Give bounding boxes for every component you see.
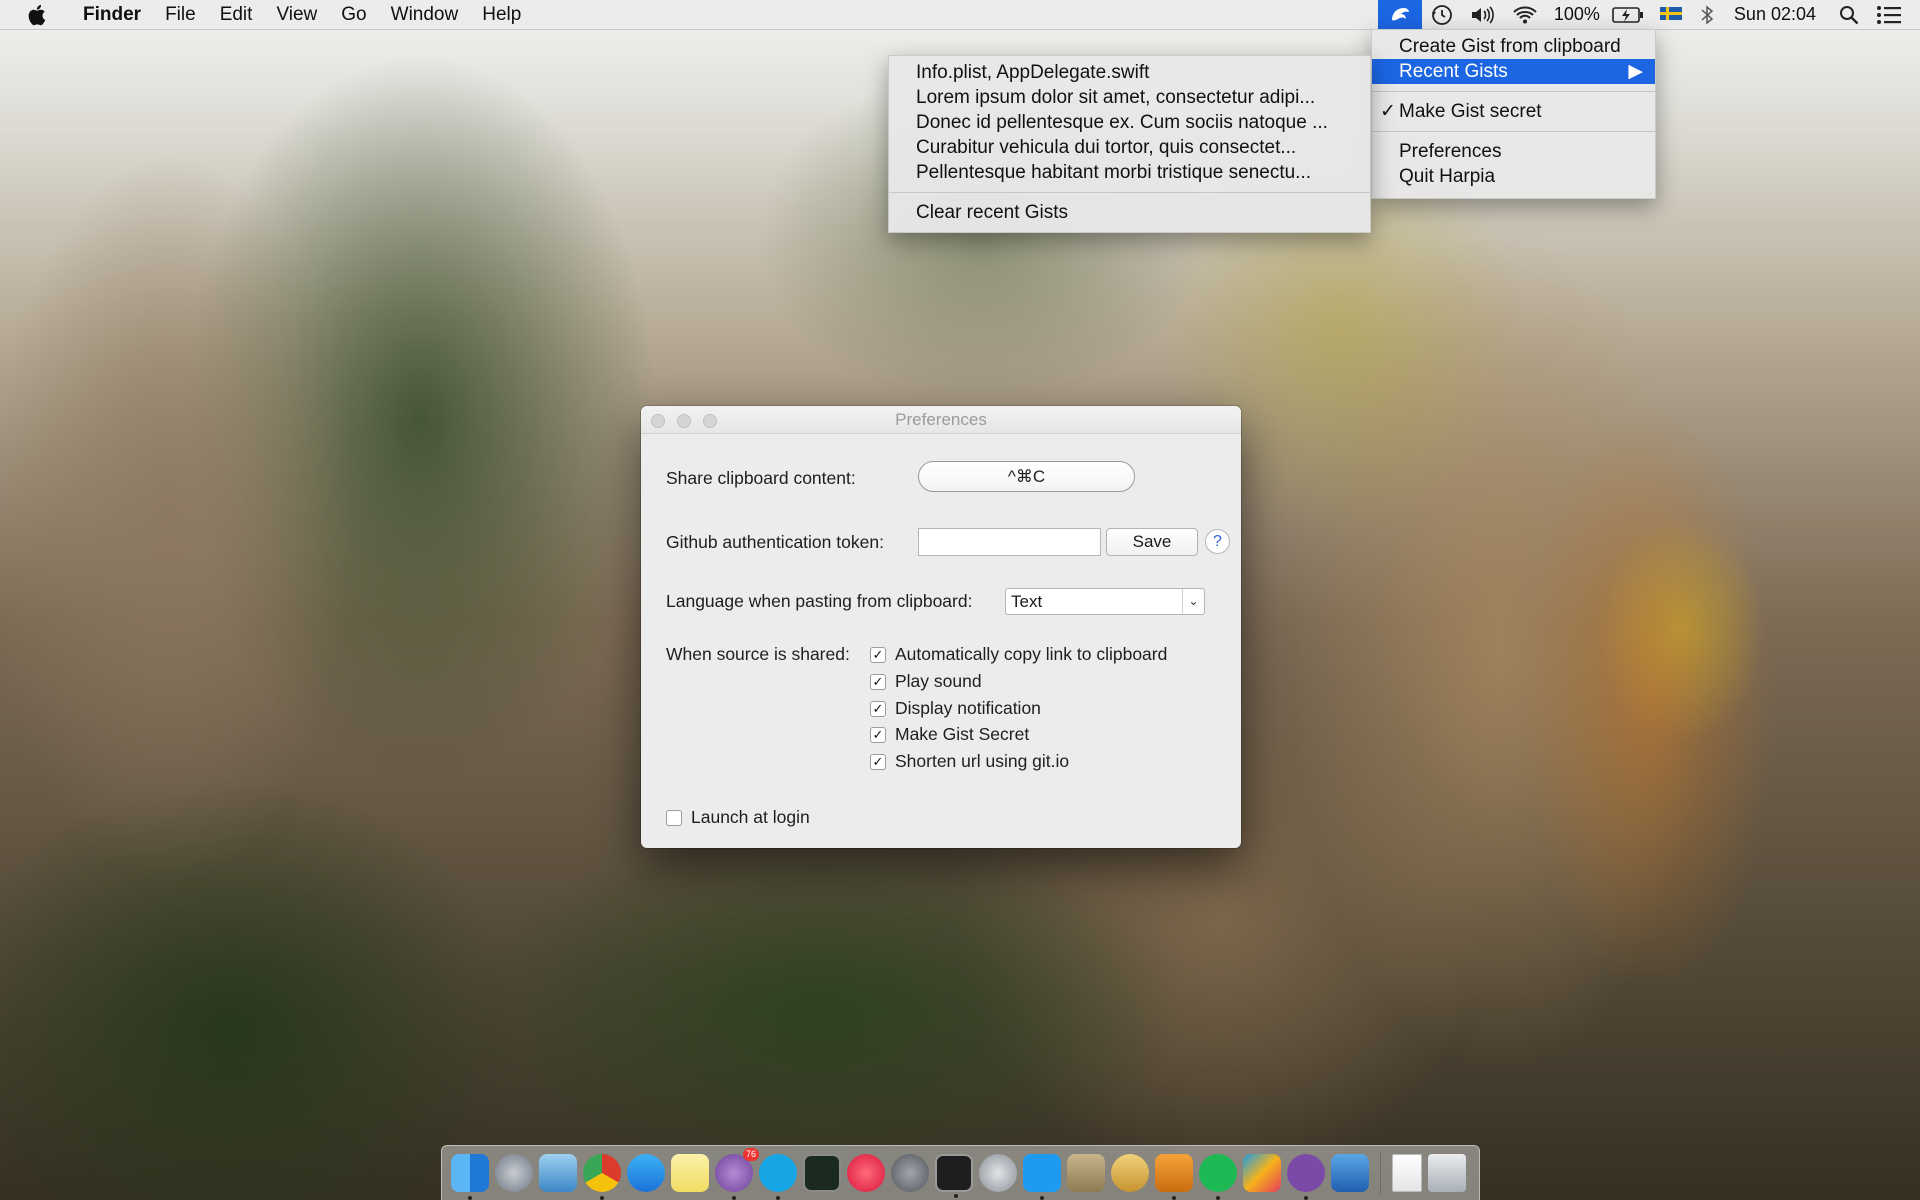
document-icon[interactable]	[1392, 1154, 1422, 1192]
menu-separator	[1372, 131, 1655, 132]
shorten-url-checkbox[interactable]: ✓	[870, 754, 886, 770]
play-sound-label: Play sound	[895, 671, 982, 691]
disk-utility-icon[interactable]	[979, 1154, 1017, 1192]
menu-separator	[1372, 91, 1655, 92]
menu-file[interactable]: File	[153, 0, 208, 29]
system-preferences-icon[interactable]	[891, 1154, 929, 1192]
quit-item[interactable]: Quit Harpia	[1372, 164, 1655, 189]
itunes-icon[interactable]	[847, 1154, 885, 1192]
battery-percent[interactable]: 100%	[1546, 0, 1604, 29]
menu-help[interactable]: Help	[470, 0, 533, 29]
dock: 76	[441, 1145, 1480, 1200]
trash-icon[interactable]	[1428, 1154, 1466, 1192]
activity-monitor-icon[interactable]	[803, 1154, 841, 1192]
recent-gist-item[interactable]: Info.plist, AppDelegate.swift	[889, 60, 1370, 85]
skype-icon[interactable]	[759, 1154, 797, 1200]
create-gist-item[interactable]: Create Gist from clipboard	[1372, 34, 1655, 59]
help-button[interactable]: ?	[1205, 529, 1230, 554]
tweetbot-badge: 76	[742, 1148, 759, 1161]
intellij-icon[interactable]	[1243, 1154, 1281, 1192]
launch-at-login-checkbox[interactable]	[666, 810, 682, 826]
recent-gists-submenu: Info.plist, AppDelegate.swift Lorem ipsu…	[888, 55, 1371, 233]
window-title: Preferences	[895, 410, 987, 429]
recent-gists-item[interactable]: Recent Gists ▶	[1372, 59, 1655, 84]
make-gist-secret-checkbox[interactable]: ✓	[870, 727, 886, 743]
menu-finder[interactable]: Finder	[71, 0, 153, 29]
language-select[interactable]: Text ⌄	[1005, 588, 1205, 615]
display-notification-label: Display notification	[895, 698, 1041, 718]
recent-gist-item[interactable]: Lorem ipsum dolor sit amet, consectetur …	[889, 85, 1370, 110]
copy-link-checkbox[interactable]: ✓	[870, 647, 886, 663]
preferences-item[interactable]: Preferences	[1372, 139, 1655, 164]
when-shared-label: When source is shared:	[666, 644, 850, 664]
preferences-window: Preferences Share clipboard content: ^⌘C…	[641, 406, 1241, 848]
menu-view[interactable]: View	[264, 0, 329, 29]
language-label: Language when pasting from clipboard:	[666, 591, 973, 611]
save-button[interactable]: Save	[1106, 528, 1198, 556]
volume-icon[interactable]	[1462, 0, 1504, 29]
xcode-icon[interactable]	[1331, 1154, 1369, 1192]
spotlight-icon[interactable]	[1830, 0, 1868, 29]
recent-gists-label: Recent Gists	[1399, 61, 1508, 82]
chevron-down-icon: ⌄	[1182, 589, 1204, 614]
wifi-icon[interactable]	[1504, 0, 1546, 29]
notification-center-icon[interactable]	[1868, 0, 1920, 29]
shorten-url-label: Shorten url using git.io	[895, 751, 1070, 771]
clock[interactable]: Sun 02:04	[1724, 0, 1830, 29]
sublime-text-icon[interactable]	[1155, 1154, 1193, 1200]
recent-gist-item[interactable]: Pellentesque habitant morbi tristique se…	[889, 160, 1370, 185]
github-token-input[interactable]	[918, 528, 1101, 556]
recent-gist-item[interactable]: Curabitur vehicula dui tortor, quis cons…	[889, 135, 1370, 160]
shortcut-recorder[interactable]: ^⌘C	[918, 461, 1135, 492]
copy-link-label: Automatically copy link to clipboard	[895, 644, 1168, 664]
battery-icon[interactable]	[1604, 0, 1652, 29]
harpia-status-icon[interactable]	[1377, 0, 1422, 29]
archive-icon[interactable]	[1067, 1154, 1105, 1192]
submenu-arrow-icon: ▶	[1628, 61, 1643, 82]
launch-at-login-label: Launch at login	[691, 807, 810, 827]
terminal-icon[interactable]	[935, 1154, 973, 1198]
bluetooth-icon[interactable]	[1690, 0, 1724, 29]
clear-recent-gists-item[interactable]: Clear recent Gists	[889, 200, 1370, 225]
menu-go[interactable]: Go	[329, 0, 378, 29]
tweetbot-icon[interactable]: 76	[715, 1148, 759, 1200]
sequel-pro-icon[interactable]	[1111, 1154, 1149, 1192]
make-gist-secret-label: Make Gist secret	[1399, 101, 1542, 122]
display-notification-checkbox[interactable]: ✓	[870, 701, 886, 717]
apple-icon[interactable]	[27, 3, 53, 27]
twitter-icon[interactable]	[1023, 1154, 1061, 1200]
checkmark-icon: ✓	[1380, 101, 1396, 122]
menu-window[interactable]: Window	[379, 0, 471, 29]
github-token-label: Github authentication token:	[666, 532, 884, 552]
time-machine-icon[interactable]	[1422, 0, 1462, 29]
status-area: 100% Sun 02:04	[1377, 0, 1920, 29]
title-bar[interactable]: Preferences	[641, 406, 1241, 434]
swedish-flag-icon[interactable]	[1652, 0, 1690, 29]
language-value: Text	[1011, 592, 1043, 611]
chrome-icon[interactable]	[583, 1154, 621, 1200]
spotify-icon[interactable]	[1199, 1154, 1237, 1200]
finder-icon[interactable]	[451, 1154, 489, 1200]
recent-gist-item[interactable]: Donec id pellentesque ex. Cum sociis nat…	[889, 110, 1370, 135]
menu-edit[interactable]: Edit	[208, 0, 265, 29]
notes-icon[interactable]	[671, 1154, 709, 1192]
make-gist-secret-option-label: Make Gist Secret	[895, 724, 1030, 744]
share-clipboard-label: Share clipboard content:	[666, 468, 856, 488]
make-gist-secret-item[interactable]: ✓ Make Gist secret	[1372, 99, 1655, 124]
preview-icon[interactable]	[539, 1154, 577, 1192]
github-icon[interactable]	[1287, 1154, 1325, 1200]
launchpad-icon[interactable]	[495, 1154, 533, 1192]
app-store-icon[interactable]	[627, 1154, 665, 1192]
dock-separator	[1380, 1151, 1381, 1195]
menu-bar: Finder File Edit View Go Window Help 100…	[0, 0, 1920, 29]
harpia-menu: Create Gist from clipboard Recent Gists …	[1371, 29, 1656, 199]
menu-separator	[889, 192, 1370, 193]
play-sound-checkbox[interactable]: ✓	[870, 674, 886, 690]
